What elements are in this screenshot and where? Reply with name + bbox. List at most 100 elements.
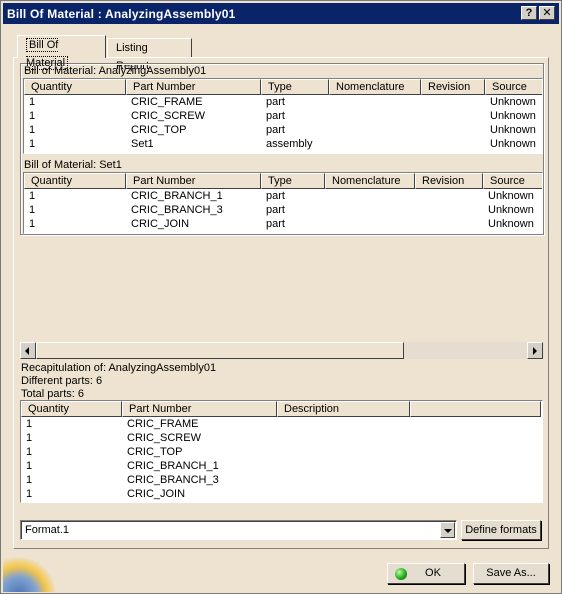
close-button[interactable]: ✕: [539, 6, 555, 20]
table-cell: [421, 95, 485, 109]
table-cell: [325, 217, 415, 231]
col-part-number[interactable]: Part Number: [126, 79, 261, 95]
col-description[interactable]: Description: [277, 401, 410, 417]
table-cell: Set1: [131, 138, 154, 150]
table-row[interactable]: 1 CRIC_BRANCH_1 part Unknown: [24, 189, 542, 203]
table-cell: 1: [26, 418, 33, 430]
table-cell: [421, 123, 485, 137]
table-cell: 1: [29, 138, 36, 150]
table-cell: part: [266, 110, 285, 122]
table-cell: part: [266, 124, 285, 136]
tab-listing-report[interactable]: Listing Report: [107, 38, 192, 72]
recap-table[interactable]: Quantity Part Number Description 1 CRIC_F…: [20, 400, 543, 503]
table-cell: CRIC_FRAME: [127, 418, 199, 430]
table-cell: [277, 459, 410, 473]
table-cell: [329, 137, 421, 151]
col-part-number[interactable]: Part Number: [122, 401, 277, 417]
horizontal-scrollbar[interactable]: [20, 342, 544, 359]
table-cell: [277, 487, 410, 501]
table-cell: CRIC_JOIN: [127, 488, 186, 500]
help-button[interactable]: ?: [521, 6, 537, 20]
col-empty[interactable]: [410, 401, 541, 417]
col-source[interactable]: Source: [483, 173, 542, 189]
table-cell: [410, 459, 541, 473]
table-cell: [415, 217, 483, 231]
table-row[interactable]: 1 Set1 assembly Unknown: [24, 137, 542, 151]
col-quantity[interactable]: Quantity: [24, 173, 126, 189]
table-row[interactable]: 1 CRIC_BRANCH_3 part Unknown: [24, 203, 542, 217]
table-cell: [325, 203, 415, 217]
col-type[interactable]: Type: [261, 173, 325, 189]
table-cell: 1: [26, 474, 33, 486]
col-nomenclature[interactable]: Nomenclature: [329, 79, 421, 95]
table-row[interactable]: 1 CRIC_BRANCH_3: [21, 473, 541, 487]
table-row[interactable]: 1 CRIC_SCREW part Unknown: [24, 109, 542, 123]
bom1-table[interactable]: Quantity Part Number Type Nomenclature R…: [23, 78, 543, 154]
table-cell: CRIC_JOIN: [131, 218, 190, 230]
table-cell: [277, 445, 410, 459]
bom2-table[interactable]: Quantity Part Number Type Nomenclature R…: [23, 172, 543, 234]
format-dropdown-button[interactable]: [440, 522, 455, 538]
col-part-number[interactable]: Part Number: [126, 173, 261, 189]
tab-label: Bill Of Material: [26, 38, 69, 70]
scroll-thumb[interactable]: [36, 342, 404, 359]
col-nomenclature[interactable]: Nomenclature: [325, 173, 415, 189]
table-cell: CRIC_BRANCH_1: [131, 190, 223, 202]
table-cell: Unknown: [488, 204, 534, 216]
save-as-button[interactable]: Save As...: [473, 563, 549, 584]
window-title: Bill Of Material : AnalyzingAssembly01: [7, 6, 236, 21]
table-cell: Unknown: [490, 124, 536, 136]
table-row[interactable]: 1 CRIC_FRAME part Unknown: [24, 95, 542, 109]
table-cell: [277, 473, 410, 487]
table-row[interactable]: 1 CRIC_FRAME: [21, 417, 541, 431]
table-cell: Unknown: [488, 218, 534, 230]
table-cell: part: [266, 190, 285, 202]
bom2-label: Bill of Material: Set1: [24, 159, 122, 171]
table-cell: 1: [26, 432, 33, 444]
bom2-rows: 1 CRIC_BRANCH_1 part Unknown 1 CRIC_BRANCH_3 p…: [24, 189, 542, 231]
table-cell: CRIC_SCREW: [131, 110, 205, 122]
ok-button[interactable]: OK: [387, 563, 465, 584]
table-cell: CRIC_BRANCH_3: [127, 474, 219, 486]
table-row[interactable]: 1 CRIC_JOIN part Unknown: [24, 217, 542, 231]
table-cell: CRIC_BRANCH_1: [127, 460, 219, 472]
table-cell: part: [266, 96, 285, 108]
recap-total-parts: Total parts: 6: [21, 388, 84, 400]
table-cell: [410, 445, 541, 459]
table-cell: Unknown: [488, 190, 534, 202]
recap-title: Recapitulation of: AnalyzingAssembly01: [21, 362, 217, 374]
chevron-down-icon: [444, 529, 452, 533]
table-cell: CRIC_SCREW: [127, 432, 201, 444]
table-row[interactable]: 1 CRIC_SCREW: [21, 431, 541, 445]
table-cell: [410, 431, 541, 445]
table-cell: 1: [29, 218, 36, 230]
table-cell: [410, 473, 541, 487]
table-cell: part: [266, 218, 285, 230]
col-quantity[interactable]: Quantity: [24, 79, 126, 95]
col-type[interactable]: Type: [261, 79, 329, 95]
table-cell: CRIC_BRANCH_3: [131, 204, 223, 216]
table-row[interactable]: 1 CRIC_BRANCH_1: [21, 459, 541, 473]
table-cell: [325, 189, 415, 203]
col-revision[interactable]: Revision: [421, 79, 485, 95]
table-cell: assembly: [266, 138, 313, 150]
format-value: Format.1: [25, 524, 70, 536]
tab-bill-of-material[interactable]: Bill Of Material: [17, 35, 106, 70]
scroll-left-button[interactable]: [20, 342, 36, 359]
define-formats-button[interactable]: Define formats: [461, 520, 541, 540]
title-bar[interactable]: Bill Of Material : AnalyzingAssembly01 ?…: [3, 3, 559, 24]
col-source[interactable]: Source: [485, 79, 542, 95]
col-revision[interactable]: Revision: [415, 173, 483, 189]
table-cell: CRIC_FRAME: [131, 96, 203, 108]
table-row[interactable]: 1 CRIC_JOIN: [21, 487, 541, 501]
format-combo[interactable]: Format.1: [20, 520, 457, 540]
table-cell: part: [266, 204, 285, 216]
col-quantity[interactable]: Quantity: [21, 401, 122, 417]
table-cell: [415, 189, 483, 203]
table-cell: [277, 431, 410, 445]
table-row[interactable]: 1 CRIC_TOP part Unknown: [24, 123, 542, 137]
table-row[interactable]: 1 CRIC_TOP: [21, 445, 541, 459]
recap-header: Quantity Part Number Description: [21, 401, 541, 417]
table-cell: CRIC_TOP: [127, 446, 183, 458]
scroll-right-button[interactable]: [527, 342, 543, 359]
